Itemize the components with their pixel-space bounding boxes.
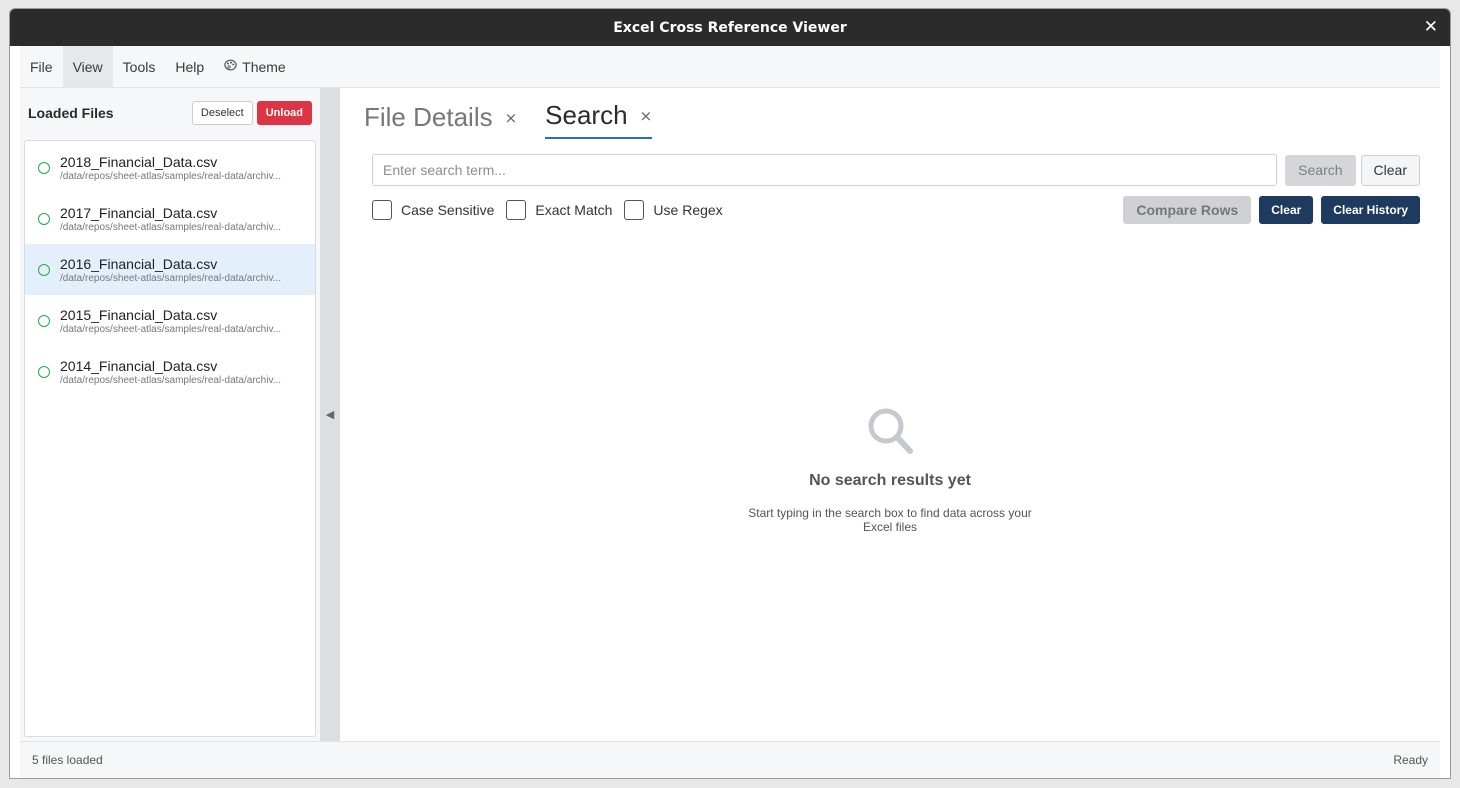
main-panel: File Details × Search × Search Clear — [340, 88, 1440, 741]
clear-results-button[interactable]: Clear — [1259, 196, 1314, 224]
menu-view[interactable]: View — [62, 46, 113, 87]
file-path: /data/repos/sheet-atlas/samples/real-dat… — [60, 170, 282, 182]
status-dot-icon — [38, 161, 50, 174]
file-path: /data/repos/sheet-atlas/samples/real-dat… — [60, 323, 282, 335]
close-icon[interactable]: ✕ — [1424, 18, 1438, 36]
menu-theme[interactable]: Theme — [214, 46, 296, 87]
file-name: 2017_Financial_Data.csv — [60, 204, 218, 221]
empty-state-description: Start typing in the search box to find d… — [748, 506, 1032, 534]
empty-state-title: No search results yet — [809, 472, 971, 489]
menu-bar: File View Tools Help Theme — [20, 46, 1440, 88]
status-bar: 5 files loaded Ready — [20, 741, 1440, 778]
menu-theme-label: Theme — [242, 58, 286, 75]
file-path: /data/repos/sheet-atlas/samples/real-dat… — [60, 374, 282, 386]
close-tab-icon[interactable]: × — [505, 109, 518, 127]
deselect-button[interactable]: Deselect — [191, 101, 253, 125]
file-name: 2014_Financial_Data.csv — [60, 357, 218, 374]
app-window: Excel Cross Reference Viewer ✕ File View… — [9, 8, 1451, 779]
sidebar-title: Loaded Files — [28, 105, 114, 121]
checkbox-label: Case Sensitive — [401, 202, 495, 218]
menu-file[interactable]: File — [20, 46, 63, 87]
compare-rows-button[interactable]: Compare Rows — [1123, 196, 1252, 224]
close-tab-icon[interactable]: × — [640, 107, 653, 125]
status-dot-icon — [38, 314, 50, 327]
file-name: 2015_Financial_Data.csv — [60, 306, 218, 323]
checkbox-label: Exact Match — [535, 202, 613, 218]
file-name: 2016_Financial_Data.csv — [60, 255, 218, 272]
empty-state: No search results yet Start typing in th… — [340, 406, 1440, 534]
sidebar-collapse-handle[interactable]: ◀ — [320, 88, 340, 741]
sidebar: Loaded Files Deselect Unload 2018_Financ… — [20, 88, 320, 741]
search-button[interactable]: Search — [1285, 154, 1356, 186]
main-body: Loaded Files Deselect Unload 2018_Financ… — [20, 88, 1440, 741]
clear-search-button[interactable]: Clear — [1360, 154, 1420, 186]
status-right: Ready — [1393, 753, 1428, 767]
palette-icon — [224, 59, 237, 74]
status-left: 5 files loaded — [32, 753, 103, 767]
use-regex-checkbox[interactable]: Use Regex — [624, 200, 723, 220]
app-content: File View Tools Help Theme Loaded Files … — [20, 46, 1440, 778]
list-item[interactable]: 2014_Financial_Data.csv /data/repos/shee… — [25, 346, 315, 397]
exact-match-checkbox[interactable]: Exact Match — [506, 200, 612, 220]
status-dot-icon — [38, 263, 50, 276]
file-path: /data/repos/sheet-atlas/samples/real-dat… — [60, 221, 282, 233]
file-list: 2018_Financial_Data.csv /data/repos/shee… — [24, 140, 316, 737]
title-bar: Excel Cross Reference Viewer ✕ — [10, 9, 1450, 46]
checkbox-label: Use Regex — [653, 202, 723, 218]
file-path: /data/repos/sheet-atlas/samples/real-dat… — [60, 272, 282, 284]
tab-search[interactable]: Search × — [545, 100, 653, 139]
tab-label: Search — [545, 100, 628, 130]
list-item[interactable]: 2015_Financial_Data.csv /data/repos/shee… — [25, 295, 315, 346]
unload-button[interactable]: Unload — [256, 101, 312, 125]
collapse-left-icon: ◀ — [325, 408, 335, 421]
case-sensitive-checkbox[interactable]: Case Sensitive — [372, 200, 494, 220]
checkbox-box[interactable] — [624, 200, 645, 220]
tab-file-details[interactable]: File Details × — [364, 102, 517, 139]
list-item-selected[interactable]: 2016_Financial_Data.csv /data/repos/shee… — [25, 244, 315, 295]
list-item[interactable]: 2017_Financial_Data.csv /data/repos/shee… — [25, 193, 315, 244]
menu-tools[interactable]: Tools — [113, 46, 166, 87]
status-dot-icon — [38, 212, 50, 225]
menu-help[interactable]: Help — [165, 46, 214, 87]
search-row: Search Clear — [372, 154, 1420, 186]
status-dot-icon — [38, 365, 50, 378]
window-title: Excel Cross Reference Viewer — [613, 19, 847, 36]
checkbox-box[interactable] — [372, 200, 392, 220]
search-input[interactable] — [372, 154, 1278, 186]
tab-bar: File Details × Search × — [364, 100, 680, 139]
search-options: Case Sensitive Exact Match Use Regex Com… — [372, 196, 1420, 224]
file-name: 2018_Financial_Data.csv — [60, 153, 218, 170]
sidebar-header: Loaded Files Deselect Unload — [20, 88, 320, 138]
clear-history-button[interactable]: Clear History — [1321, 196, 1420, 224]
tab-label: File Details — [364, 102, 493, 132]
checkbox-box[interactable] — [506, 200, 527, 220]
list-item[interactable]: 2018_Financial_Data.csv /data/repos/shee… — [25, 142, 315, 193]
search-icon — [865, 406, 915, 456]
